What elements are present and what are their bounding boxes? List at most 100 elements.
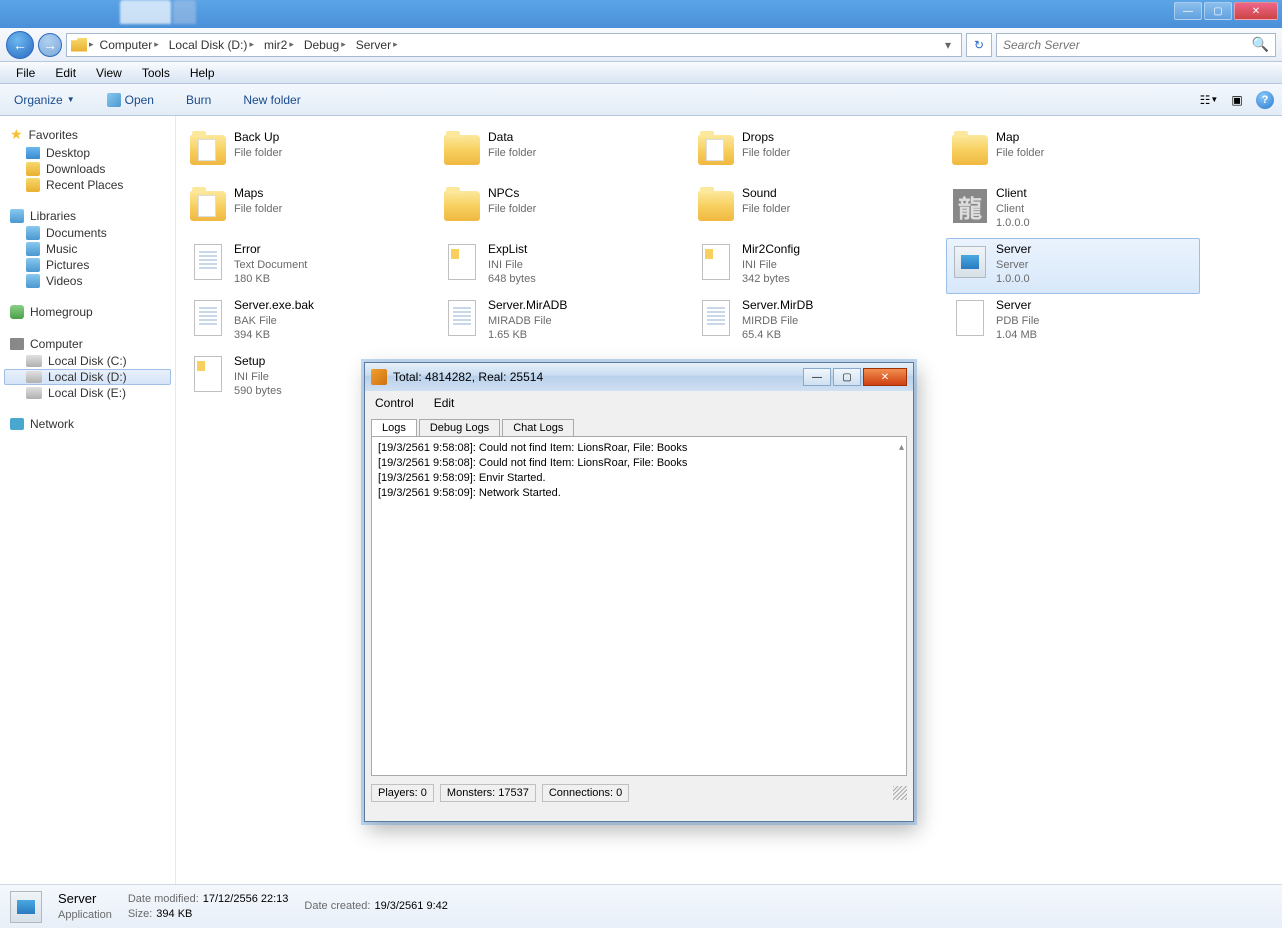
forward-button[interactable]: → [38, 33, 62, 57]
file-type: File folder [742, 202, 790, 216]
app-maximize-button[interactable]: ▢ [833, 368, 861, 386]
file-item[interactable]: DropsFile folder [692, 126, 946, 182]
status-monsters: Monsters: 17537 [440, 784, 536, 802]
file-item[interactable]: SoundFile folder [692, 182, 946, 238]
close-button[interactable]: ✕ [1234, 2, 1278, 20]
new-folder-button[interactable]: New folder [237, 89, 306, 111]
file-item[interactable]: NPCsFile folder [438, 182, 692, 238]
sidebar-libraries[interactable]: Libraries [4, 207, 171, 225]
sidebar-favorites[interactable]: ★Favorites [4, 124, 171, 145]
sidebar-homegroup[interactable]: Homegroup [4, 303, 171, 321]
file-size: 590 bytes [234, 384, 282, 398]
sidebar-network[interactable]: Network [4, 415, 171, 433]
navigation-bar: ← → ▸ Computer ▸ Local Disk (D:) ▸ mir2 … [0, 28, 1282, 62]
file-item[interactable]: MapFile folder [946, 126, 1200, 182]
breadcrumb-item[interactable]: mir2 ▸ [260, 36, 298, 54]
star-icon: ★ [10, 126, 23, 143]
open-button[interactable]: Open [101, 89, 160, 111]
file-item[interactable]: Server.exe.bakBAK File394 KB [184, 294, 438, 350]
drive-icon [26, 355, 42, 367]
exe-icon [954, 246, 986, 278]
toolbar: Organize ▼ Open Burn New folder ☷ ▼ ▣ ? [0, 84, 1282, 116]
tab-chat-logs[interactable]: Chat Logs [502, 419, 574, 436]
file-item[interactable]: Back UpFile folder [184, 126, 438, 182]
sidebar-item-videos[interactable]: Videos [4, 273, 171, 289]
server-app-window[interactable]: Total: 4814282, Real: 25514 — ▢ ✕ Contro… [364, 362, 914, 822]
folder-icon [190, 135, 226, 165]
document-icon [702, 300, 730, 336]
search-icon[interactable]: 🔍 [1252, 36, 1269, 53]
burn-button[interactable]: Burn [180, 89, 217, 111]
breadcrumb[interactable]: ▸ Computer ▸ Local Disk (D:) ▸ mir2 ▸ De… [66, 33, 962, 57]
menu-tools[interactable]: Tools [132, 64, 180, 82]
log-textarea[interactable]: [19/3/2561 9:58:08]: Could not find Item… [371, 436, 907, 776]
view-options-button[interactable]: ☷ ▼ [1200, 91, 1218, 109]
file-item[interactable]: 龍ClientClient1.0.0.0 [946, 182, 1200, 238]
preview-pane-button[interactable]: ▣ [1228, 91, 1246, 109]
app-close-button[interactable]: ✕ [863, 368, 907, 386]
file-item[interactable]: DataFile folder [438, 126, 692, 182]
menu-file[interactable]: File [6, 64, 45, 82]
file-item[interactable]: MapsFile folder [184, 182, 438, 238]
breadcrumb-item[interactable]: Local Disk (D:) ▸ [165, 36, 258, 54]
breadcrumb-item[interactable]: Debug ▸ [300, 36, 350, 54]
breadcrumb-dropdown[interactable]: ▾ [939, 38, 957, 52]
file-name: ExpList [488, 242, 536, 258]
sidebar-item-downloads[interactable]: Downloads [4, 161, 171, 177]
scroll-up-icon[interactable]: ▴ [899, 441, 904, 455]
sidebar-item-documents[interactable]: Documents [4, 225, 171, 241]
file-item[interactable]: Server.MirDBMIRDB File65.4 KB [692, 294, 946, 350]
file-type: MIRADB File [488, 314, 567, 328]
file-item[interactable]: ServerServer1.0.0.0 [946, 238, 1200, 294]
breadcrumb-item[interactable]: Computer ▸ [96, 36, 163, 54]
file-item[interactable]: Mir2ConfigINI File342 bytes [692, 238, 946, 294]
sidebar-item-pictures[interactable]: Pictures [4, 257, 171, 273]
file-size: 648 bytes [488, 272, 536, 286]
refresh-button[interactable]: ↻ [966, 33, 992, 57]
breadcrumb-item[interactable]: Server ▸ [352, 36, 402, 54]
file-name: Data [488, 130, 536, 146]
file-item[interactable]: ServerPDB File1.04 MB [946, 294, 1200, 350]
organize-button[interactable]: Organize ▼ [8, 89, 81, 111]
open-icon [107, 93, 121, 107]
menu-help[interactable]: Help [180, 64, 225, 82]
sidebar-item-music[interactable]: Music [4, 241, 171, 257]
sidebar-item-drive-d[interactable]: Local Disk (D:) [4, 369, 171, 385]
file-type: MIRDB File [742, 314, 813, 328]
exe-icon [10, 891, 42, 923]
menu-edit[interactable]: Edit [45, 64, 86, 82]
search-input[interactable] [1003, 38, 1252, 52]
search-box[interactable]: 🔍 [996, 33, 1276, 57]
file-item[interactable]: ErrorText Document180 KB [184, 238, 438, 294]
file-item[interactable]: ExpListINI File648 bytes [438, 238, 692, 294]
sidebar-item-drive-e[interactable]: Local Disk (E:) [4, 385, 171, 401]
resize-grip[interactable] [893, 786, 907, 800]
log-line: [19/3/2561 9:58:08]: Could not find Item… [378, 441, 900, 456]
window-titlebar: — ▢ ✕ [0, 0, 1282, 28]
client-icon: 龍 [953, 189, 987, 223]
app-titlebar[interactable]: Total: 4814282, Real: 25514 — ▢ ✕ [365, 363, 913, 391]
help-button[interactable]: ? [1256, 91, 1274, 109]
sidebar-item-recent[interactable]: Recent Places [4, 177, 171, 193]
app-menu-control[interactable]: Control [375, 396, 414, 410]
sidebar-item-drive-c[interactable]: Local Disk (C:) [4, 353, 171, 369]
folder-icon [444, 135, 480, 165]
details-name: Server [58, 891, 112, 908]
file-name: NPCs [488, 186, 536, 202]
folder-icon [698, 135, 734, 165]
videos-icon [26, 274, 40, 288]
folder-icon [698, 191, 734, 221]
tab-logs[interactable]: Logs [371, 419, 417, 436]
app-minimize-button[interactable]: — [803, 368, 831, 386]
back-button[interactable]: ← [6, 31, 34, 59]
file-type: PDB File [996, 314, 1039, 328]
maximize-button[interactable]: ▢ [1204, 2, 1232, 20]
file-item[interactable]: Server.MirADBMIRADB File1.65 KB [438, 294, 692, 350]
minimize-button[interactable]: — [1174, 2, 1202, 20]
sidebar-item-desktop[interactable]: Desktop [4, 145, 171, 161]
sidebar-computer[interactable]: Computer [4, 335, 171, 353]
file-type: File folder [234, 146, 282, 160]
tab-debug-logs[interactable]: Debug Logs [419, 419, 500, 436]
app-menu-edit[interactable]: Edit [434, 396, 455, 410]
menu-view[interactable]: View [86, 64, 132, 82]
